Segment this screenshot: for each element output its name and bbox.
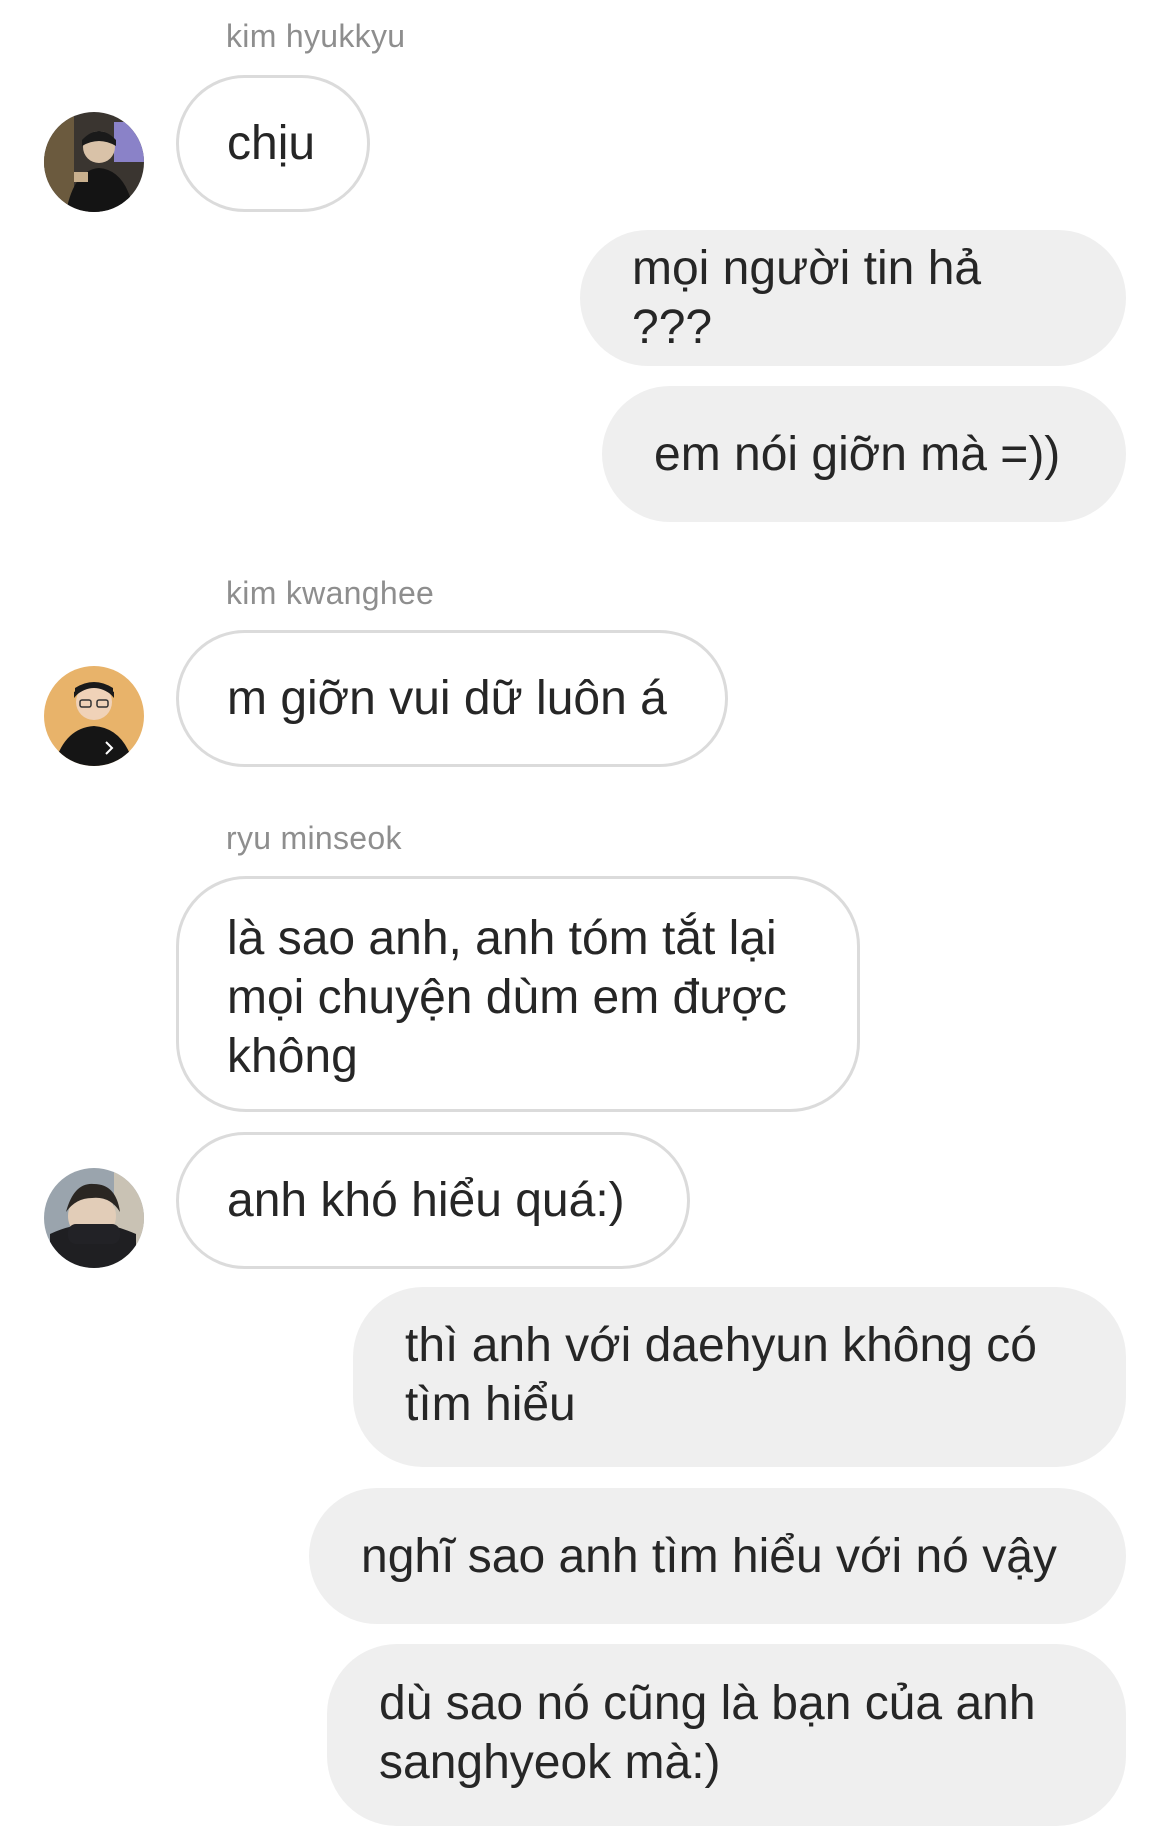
sender-name: ryu minseok xyxy=(226,820,402,856)
message-bubble-incoming[interactable]: m giỡn vui dữ luôn á xyxy=(176,630,728,767)
message-bubble-outgoing[interactable]: em nói giỡn mà =)) xyxy=(602,386,1126,522)
message-text: nghĩ sao anh tìm hiểu với nó vậy xyxy=(361,1529,1057,1583)
message-bubble-incoming[interactable]: là sao anh, anh tóm tắt lại mọi chuyện d… xyxy=(176,876,860,1112)
sender-name: kim kwanghee xyxy=(226,575,435,611)
avatar[interactable] xyxy=(44,1168,144,1268)
message-text: thì anh với daehyun không có tìm hiểu xyxy=(405,1319,1037,1431)
message-text: anh khó hiểu quá:) xyxy=(227,1174,625,1227)
message-bubble-outgoing[interactable]: dù sao nó cũng là bạn của anh sanghyeok … xyxy=(327,1644,1126,1826)
profile-photo-icon xyxy=(44,112,144,212)
avatar[interactable] xyxy=(44,112,144,212)
message-bubble-incoming[interactable]: chịu xyxy=(176,75,370,212)
message-text: chịu xyxy=(227,117,316,170)
message-bubble-outgoing[interactable]: thì anh với daehyun không có tìm hiểu xyxy=(353,1287,1126,1467)
sender-name: kim hyukkyu xyxy=(226,18,406,54)
message-bubble-incoming[interactable]: anh khó hiểu quá:) xyxy=(176,1132,690,1269)
profile-photo-icon xyxy=(44,666,144,766)
profile-photo-icon xyxy=(44,1168,144,1268)
message-bubble-outgoing[interactable]: mọi người tin hả ??? xyxy=(580,230,1126,366)
message-text: m giỡn vui dữ luôn á xyxy=(227,672,667,725)
message-text: là sao anh, anh tóm tắt lại mọi chuyện d… xyxy=(227,912,787,1083)
avatar[interactable] xyxy=(44,666,144,766)
message-bubble-outgoing[interactable]: nghĩ sao anh tìm hiểu với nó vậy xyxy=(309,1488,1126,1624)
message-text: em nói giỡn mà =)) xyxy=(654,427,1061,481)
message-text: dù sao nó cũng là bạn của anh sanghyeok … xyxy=(379,1677,1036,1789)
message-text: mọi người tin hả ??? xyxy=(632,242,982,354)
